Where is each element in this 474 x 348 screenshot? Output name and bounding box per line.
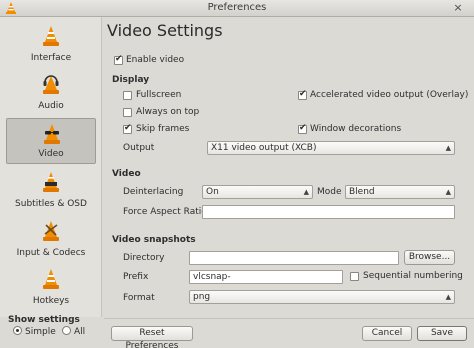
output-value: X11 video output (XCB) — [211, 143, 317, 153]
close-icon[interactable]: × — [451, 1, 465, 15]
chevron-updown-icon: ▲ — [445, 144, 451, 152]
sidebar-item-label: Video — [38, 149, 64, 159]
vlc-cone-icon — [43, 26, 59, 46]
sidebar-item-label: Input & Codecs — [16, 248, 86, 258]
accelerated-output-label: Accelerated video output (Overlay) — [310, 90, 469, 100]
sidebar-item-label: Hotkeys — [32, 296, 70, 306]
always-on-top-checkbox[interactable] — [123, 108, 132, 117]
force-aspect-input[interactable] — [202, 205, 455, 219]
format-value: png — [193, 292, 211, 302]
deinterlacing-select[interactable]: On ▲ — [202, 185, 313, 199]
chevron-updown-icon: ▲ — [303, 188, 309, 196]
format-select[interactable]: png ▲ — [189, 290, 455, 304]
sidebar-item-label: Interface — [30, 53, 72, 63]
deinterlacing-label: Deinterlacing — [123, 187, 184, 197]
title-bar: Preferences × — [0, 0, 474, 17]
radio-unselected-icon — [62, 326, 71, 335]
window-decorations-checkbox[interactable] — [298, 123, 307, 134]
enable-video-label: Enable video — [126, 55, 185, 65]
simple-label: Simple — [25, 327, 56, 337]
always-on-top-label: Always on top — [136, 107, 200, 117]
reset-preferences-button[interactable]: Reset Preferences — [111, 326, 193, 348]
chevron-updown-icon: ▲ — [445, 293, 451, 301]
window-title: Preferences — [207, 2, 267, 13]
footer-divider — [104, 318, 474, 319]
chevron-updown-icon: ▲ — [445, 188, 451, 196]
hotkeys-cone-icon — [43, 269, 59, 289]
simple-radio[interactable]: Simple — [13, 326, 56, 337]
subtitles-cone-icon — [43, 172, 59, 192]
force-aspect-label: Force Aspect Ratio — [123, 207, 207, 217]
cancel-button[interactable]: Cancel — [362, 326, 412, 341]
skip-frames-checkbox[interactable] — [123, 123, 132, 134]
window-decorations-label: Window decorations — [310, 124, 402, 134]
mode-select[interactable]: Blend ▲ — [345, 185, 455, 199]
all-label: All — [74, 327, 86, 337]
save-button[interactable]: Save — [417, 326, 467, 341]
show-settings-label: Show settings — [8, 315, 80, 325]
prefix-label: Prefix — [123, 272, 149, 282]
sequential-numbering-label: Sequential numbering — [363, 271, 463, 281]
mode-label: Mode — [317, 187, 342, 197]
sidebar-item-label: Subtitles & OSD — [15, 199, 87, 209]
fullscreen-label: Fullscreen — [136, 90, 182, 100]
sidebar-item-subtitles-osd[interactable]: Subtitles & OSD — [6, 167, 96, 213]
snapshots-section-title: Video snapshots — [112, 235, 196, 245]
sidebar-item-video[interactable]: Video — [6, 118, 96, 164]
glasses-cone-icon — [44, 124, 60, 144]
page-title: Video Settings — [107, 21, 223, 40]
video-section-title: Video — [112, 169, 141, 179]
output-select[interactable]: X11 video output (XCB) ▲ — [207, 141, 455, 155]
sidebar-item-input-codecs[interactable]: Input & Codecs — [6, 216, 96, 262]
output-label: Output — [123, 143, 155, 153]
directory-label: Directory — [123, 253, 165, 263]
sequential-numbering-checkbox[interactable] — [350, 272, 359, 281]
enable-video-checkbox[interactable] — [114, 54, 123, 65]
headphones-cone-icon — [43, 75, 59, 94]
codecs-cone-icon — [43, 221, 59, 241]
skip-frames-label: Skip frames — [136, 124, 190, 134]
browse-button[interactable]: Browse... — [404, 250, 455, 265]
mode-value: Blend — [349, 187, 375, 197]
format-label: Format — [123, 293, 155, 303]
all-radio[interactable]: All — [62, 326, 85, 337]
sidebar-item-label: Audio — [38, 101, 64, 111]
display-section-title: Display — [112, 75, 150, 85]
accelerated-output-checkbox[interactable] — [298, 89, 307, 100]
sidebar-item-interface[interactable]: Interface — [6, 21, 96, 67]
deinterlacing-value: On — [206, 187, 219, 197]
prefix-input[interactable]: vlcsnap- — [189, 270, 343, 284]
fullscreen-checkbox[interactable] — [123, 91, 132, 100]
radio-selected-icon — [13, 326, 22, 335]
category-sidebar: Interface Audio Video Subtitles & OSD In… — [0, 17, 102, 317]
directory-input[interactable] — [189, 251, 399, 265]
sidebar-item-hotkeys[interactable]: Hotkeys — [6, 264, 96, 310]
sidebar-item-audio[interactable]: Audio — [6, 69, 96, 115]
